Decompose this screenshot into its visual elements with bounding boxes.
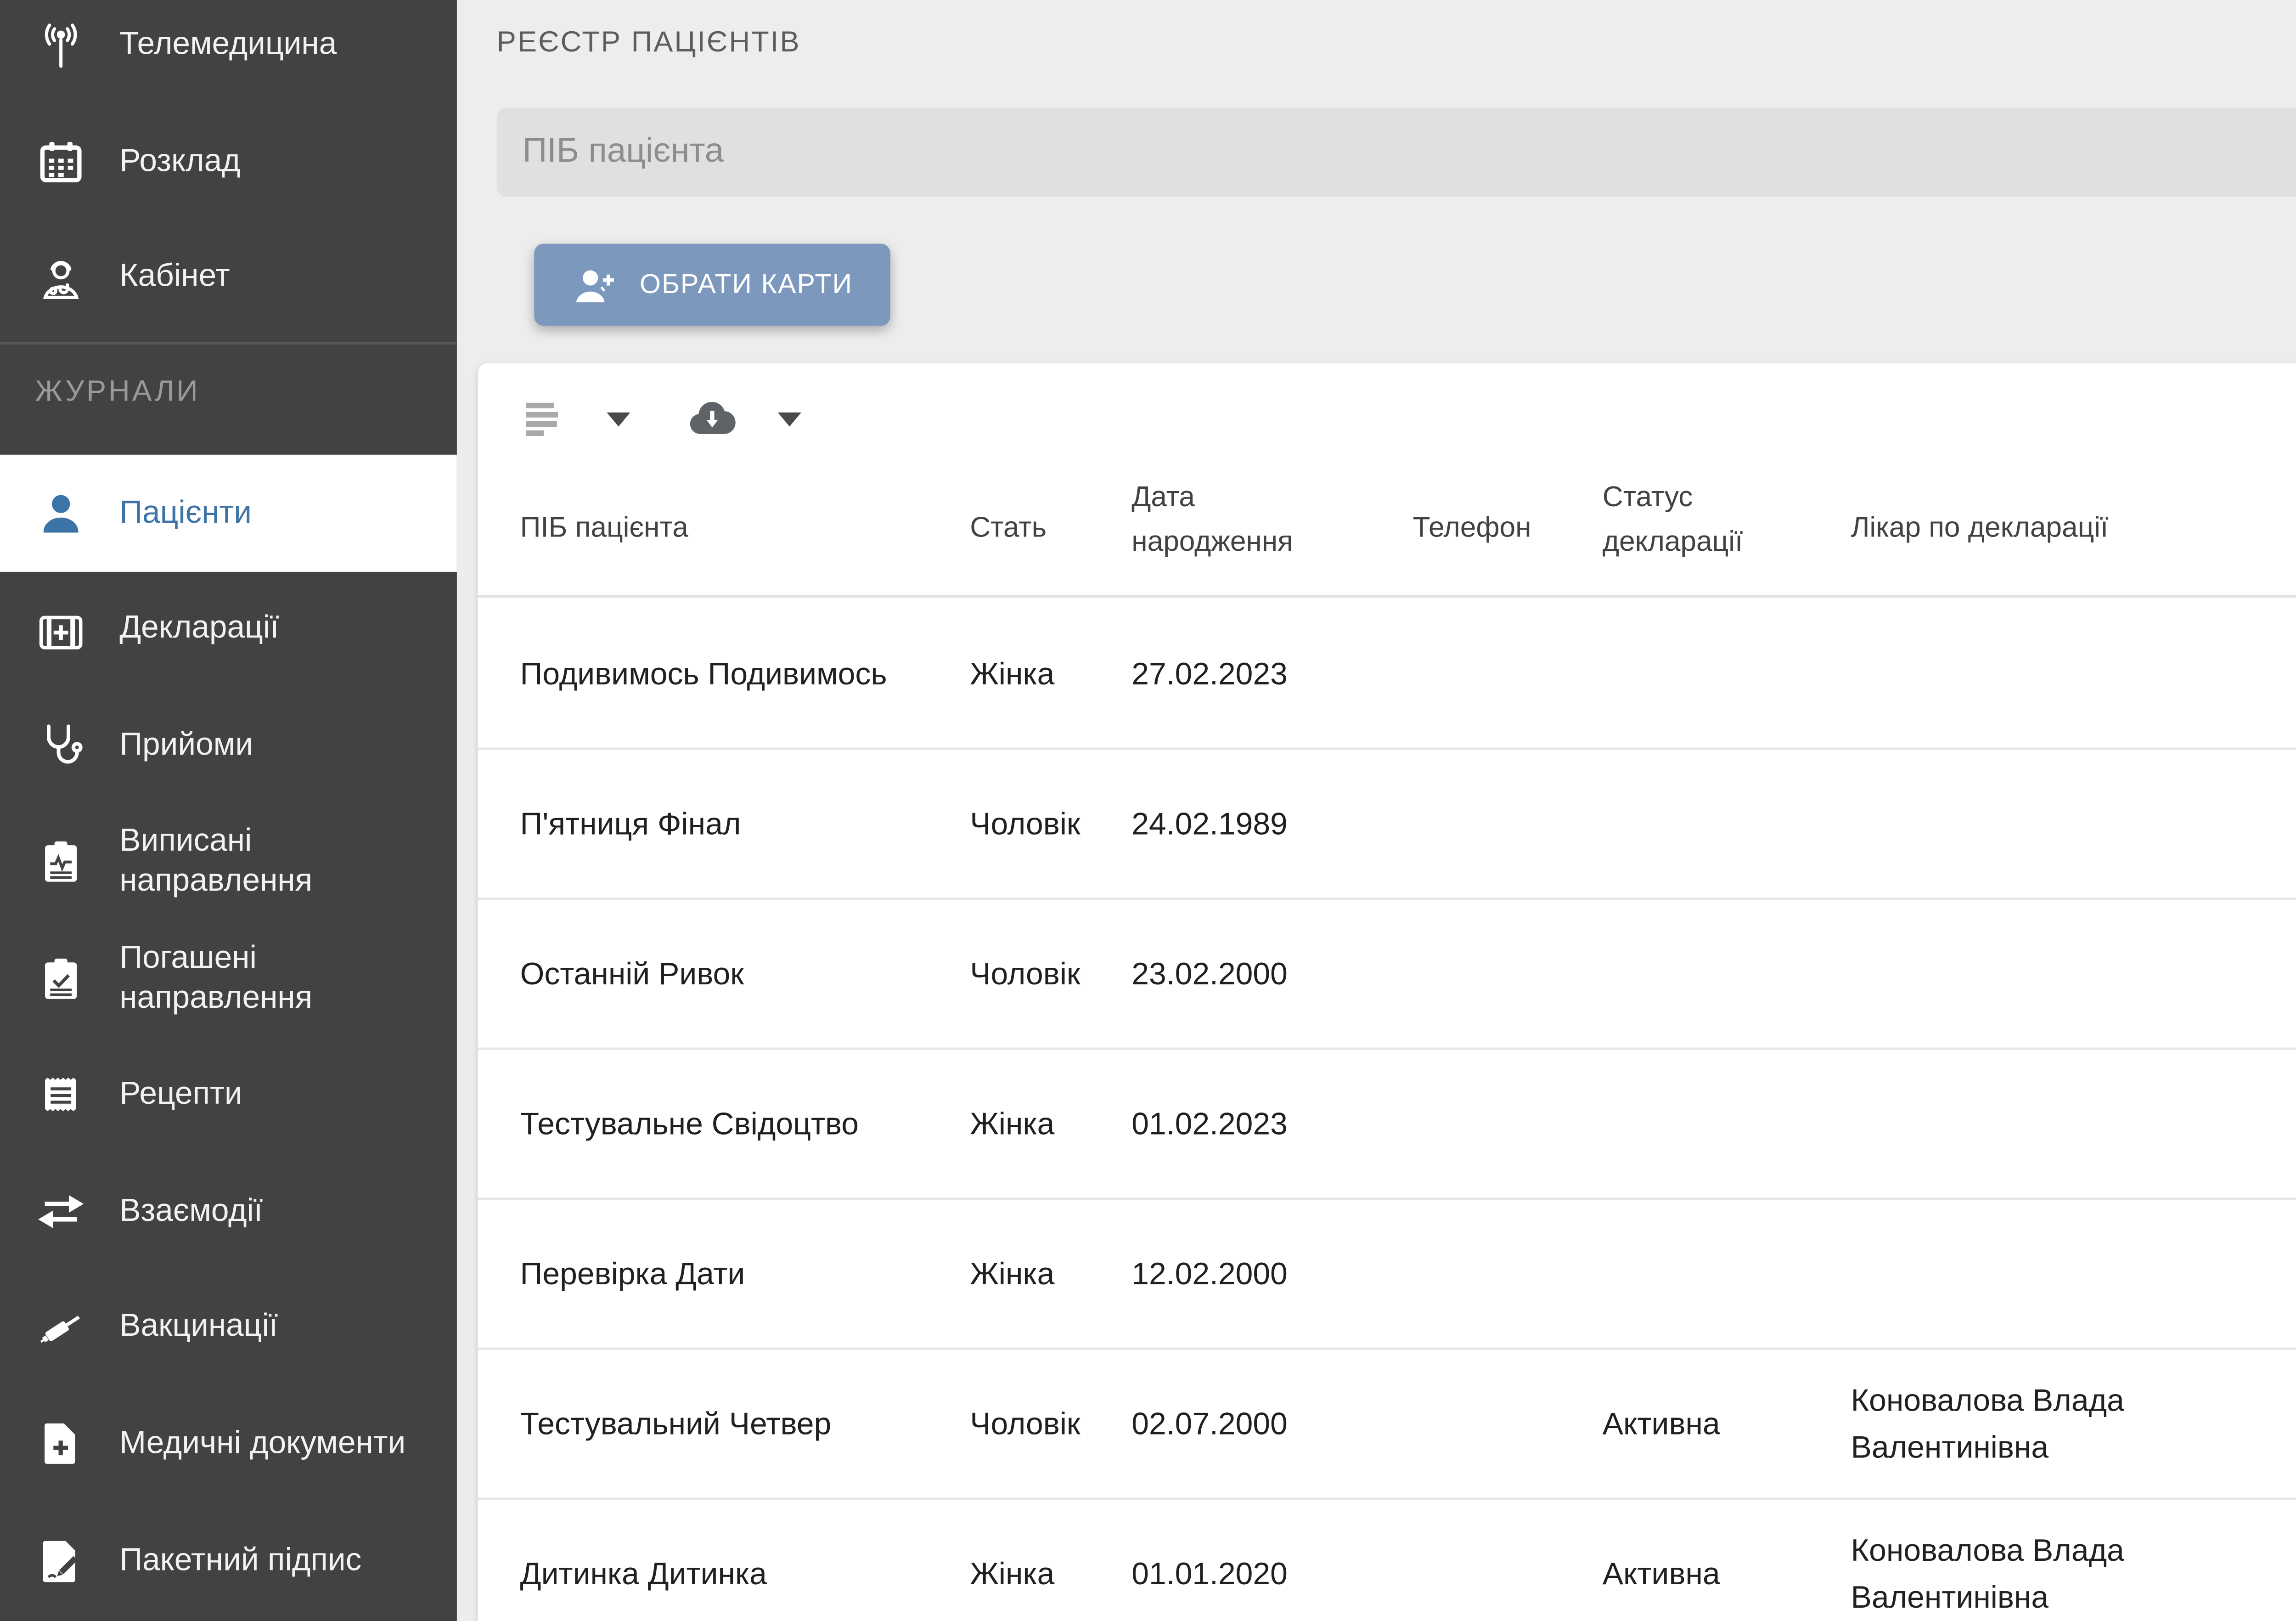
search-bar [497,108,2296,197]
select-cards-button[interactable]: ОБРАТИ КАРТИ [534,244,890,326]
sidebar-item-label: Розклад [119,143,428,182]
sidebar-item-label: Пакетний підпис [119,1542,428,1581]
sidebar-item-patients[interactable]: Пацієнти [0,455,457,571]
cell-birth-date: 02.07.2000 [1131,1400,1354,1447]
sidebar-item-label: Прийоми [119,726,428,765]
cell-declaration-status: Активна [1603,1400,1795,1447]
table-row[interactable]: Тестувальне СвідоцтвоЖінка01.02.2023І280… [478,1050,2296,1200]
sidebar-item-vaccinations[interactable]: Вакцинації [0,1270,457,1387]
sidebar-item-label: Кабінет [119,259,428,298]
cell-gender: Чоловік [970,1400,1115,1447]
app-window: Телемедицина Розклад Кабінет ЖУРНАЛИ Паціє… [0,0,2296,1621]
table-row[interactable]: Тестувальний Четвер Чоловік 02.07.2000 Акти… [478,1350,2296,1500]
cell-name: Останній Ривок [520,950,954,997]
cell-gender: Жінка [970,650,1115,697]
export-caret-icon[interactable] [778,412,801,427]
table-row[interactable]: Дитинка Дитинка Жінка 01.01.2020 Активна Кон… [478,1500,2296,1621]
cell-birth-date: 23.02.2000 [1131,950,1354,997]
cell-birth-date: 27.02.2023 [1131,650,1354,697]
document-plus-icon [35,1419,87,1470]
stethoscope-icon [35,720,87,772]
search-input[interactable] [497,108,2296,197]
cell-name: Подивимось Подивимось [520,650,954,697]
sidebar-item-schedule[interactable]: Розклад [0,104,457,220]
sidebar-item-interactions[interactable]: Взаємодії [0,1153,457,1270]
sidebar-item-label: Виписані направлення [119,824,428,901]
sidebar: Телемедицина Розклад Кабінет ЖУРНАЛИ Паціє… [0,0,457,1621]
table-row[interactable]: П'ятниця ФіналЧоловік24.02.1989І280632Ам… [478,750,2296,900]
sidebar-item-medical-documents[interactable]: Медичні документи [0,1386,457,1503]
cell-birth-date: 12.02.2000 [1131,1250,1354,1297]
table-row[interactable]: Останній РивокЧоловік23.02.2000І280627Ам… [478,900,2296,1050]
cell-gender: Чоловік [970,800,1115,847]
sidebar-item-telemedicine[interactable]: Телемедицина [0,0,457,104]
sidebar-item-label: Пацієнти [119,493,428,532]
column-header-5[interactable]: Статус декларації [1603,476,1795,579]
cell-gender: Жінка [970,1550,1115,1597]
list-menu-caret-icon[interactable] [607,412,630,427]
screen: Телемедицина Розклад Кабінет ЖУРНАЛИ Паціє… [0,0,2296,1621]
column-header-4[interactable]: Телефон [1413,476,1600,579]
sidebar-item-prescriptions[interactable]: Рецепти [0,1037,457,1154]
column-header-3[interactable]: Дата народження [1131,476,1338,579]
doctor-icon [35,253,87,304]
receipt-icon [35,1069,87,1121]
cell-gender: Чоловік [970,950,1115,997]
sidebar-item-appointments[interactable]: Прийоми [0,688,457,804]
cell-birth-date: 01.02.2023 [1131,1100,1354,1147]
clipboard-check-icon [35,953,87,1005]
cell-name: Перевірка Дати [520,1250,954,1297]
patients-table-card: ПІБ пацієнтаСтатьДата народження ТелефонС… [478,363,2296,1621]
cell-name: Дитинка Дитинка [520,1550,954,1597]
main-area: РЕЄСТР ПАЦІЄНТІВ ОБРАТИ КАРТИ Телемедици… [457,0,2296,1621]
clipboard-pulse-icon [35,836,87,888]
cell-name: Тестувальний Четвер [520,1400,954,1447]
list-menu-icon[interactable] [520,394,569,443]
cell-name: П'ятниця Фінал [520,800,954,847]
cloud-download-icon[interactable] [684,389,740,445]
first-aid-icon [35,604,87,655]
antenna-icon [35,21,87,72]
sidebar-item-label: Погашені направлення [119,940,428,1017]
sidebar-item-label: Декларації [119,610,428,649]
sidebar-item-redeemed-referrals[interactable]: Погашені направлення [0,921,457,1037]
cell-gender: Жінка [970,1100,1115,1147]
column-header-2[interactable]: Стать [970,476,1115,579]
sidebar-item-batch-signature[interactable]: Пакетний підпис [0,1503,457,1620]
cell-declaration-doctor: Коновалова Влада Валентинівна [1851,1377,2167,1470]
sidebar-item-label: Вакцинації [119,1309,428,1348]
sidebar-item-label: Взаємодії [119,1192,428,1231]
sidebar-item-cabinet[interactable]: Кабінет [0,220,457,337]
cell-birth-date: 24.02.1989 [1131,800,1354,847]
cell-gender: Жінка [970,1250,1115,1297]
table-row[interactable]: Перевірка ДатиЖінка12.02.2000І280610Амбу… [478,1200,2296,1350]
person-icon [35,487,87,538]
document-sign-icon [35,1536,87,1587]
transfer-arrows-icon [35,1186,87,1237]
cell-name: Тестувальне Свідоцтво [520,1100,954,1147]
sidebar-divider [0,342,457,345]
column-header-6[interactable]: Лікар по декларації [1851,476,2226,579]
table-header-row: ПІБ пацієнтаСтатьДата народження ТелефонС… [478,457,2296,598]
sidebar-item-issued-referrals[interactable]: Виписані направлення [0,804,457,921]
cell-declaration-status: Активна [1603,1550,1795,1597]
sidebar-item-label: Телемедицина [119,27,428,66]
syringe-icon [35,1302,87,1354]
calendar-icon [35,136,87,188]
sidebar-item-label: Медичні документи [119,1425,428,1464]
column-header-1[interactable]: ПІБ пацієнта [520,476,954,579]
cell-declaration-doctor: Коновалова Влада Валентинівна [1851,1527,2167,1621]
sidebar-section-label: ЖУРНАЛИ [35,375,433,407]
table-row[interactable]: Подивимось ПодивимосьЖінка27.02.2023І280… [478,600,2296,750]
page-title: РЕЄСТР ПАЦІЄНТІВ [497,26,801,58]
sidebar-item-label: Рецепти [119,1076,428,1115]
sidebar-item-declarations[interactable]: Декларації [0,571,457,688]
person-add-icon [572,261,619,308]
cell-birth-date: 01.01.2020 [1131,1550,1354,1597]
